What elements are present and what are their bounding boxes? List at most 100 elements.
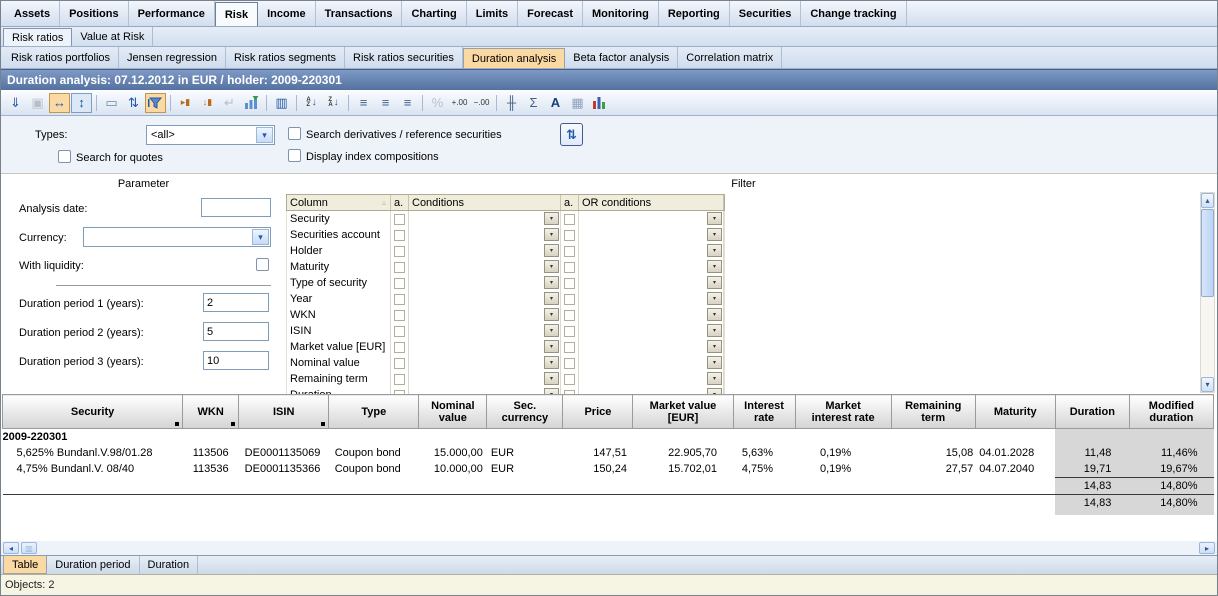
add-decimals-icon[interactable]: +.00: [449, 93, 470, 113]
tab-limits[interactable]: Limits: [467, 1, 518, 26]
or-and-checkbox[interactable]: [564, 294, 575, 305]
conditions-dropdown-icon[interactable]: ▾: [544, 372, 559, 385]
refresh-view-icon[interactable]: ⇅: [123, 93, 144, 113]
or-conditions-dropdown-icon[interactable]: ▾: [707, 276, 722, 289]
search-quotes-checkbox[interactable]: [58, 150, 71, 163]
tab-positions[interactable]: Positions: [60, 1, 129, 26]
conditions-dropdown-icon[interactable]: ▾: [544, 356, 559, 369]
filter-header-1[interactable]: a.: [391, 195, 409, 210]
conditions-dropdown-icon[interactable]: ▾: [544, 212, 559, 225]
duration-period-3-input[interactable]: [203, 351, 269, 370]
or-conditions-cell[interactable]: ▾: [579, 323, 724, 339]
subtab-jensen-regression[interactable]: Jensen regression: [119, 47, 226, 68]
conditions-cell[interactable]: ▾: [409, 291, 561, 307]
conditions-cell[interactable]: ▾: [409, 243, 561, 259]
or-conditions-cell[interactable]: ▾: [579, 339, 724, 355]
or-conditions-dropdown-icon[interactable]: ▾: [707, 260, 722, 273]
or-and-checkbox[interactable]: [564, 342, 575, 353]
or-conditions-dropdown-icon[interactable]: ▾: [707, 372, 722, 385]
or-conditions-dropdown-icon[interactable]: ▾: [707, 308, 722, 321]
chevron-down-icon[interactable]: ▾: [252, 229, 269, 245]
and-checkbox[interactable]: [394, 230, 405, 241]
or-and-checkbox[interactable]: [564, 262, 575, 273]
conditions-cell[interactable]: ▾: [409, 227, 561, 243]
filter-header-3[interactable]: a.: [561, 195, 579, 210]
or-conditions-dropdown-icon[interactable]: ▾: [707, 212, 722, 225]
conditions-dropdown-icon[interactable]: ▾: [544, 276, 559, 289]
subtab-risk-ratios-segments[interactable]: Risk ratios segments: [226, 47, 345, 68]
subtab-risk-ratios-portfolios[interactable]: Risk ratios portfolios: [3, 47, 119, 68]
conditions-cell[interactable]: ▾: [409, 371, 561, 387]
column-header-price[interactable]: Price: [563, 395, 633, 429]
column-header-isin[interactable]: ISIN: [239, 395, 329, 429]
analysis-date-input[interactable]: [201, 198, 271, 217]
or-conditions-cell[interactable]: ▾: [579, 243, 724, 259]
and-checkbox[interactable]: [394, 310, 405, 321]
fit-height-icon[interactable]: ↕: [71, 93, 92, 113]
or-conditions-cell[interactable]: ▾: [579, 227, 724, 243]
and-checkbox[interactable]: [394, 326, 405, 337]
filter-header-0[interactable]: Column▵: [287, 195, 391, 210]
column-header-market-value[interactable]: Market value [EUR]: [633, 395, 733, 429]
column-header-duration[interactable]: Duration: [1055, 395, 1129, 429]
tab-reporting[interactable]: Reporting: [659, 1, 730, 26]
or-and-checkbox[interactable]: [564, 310, 575, 321]
filter-header-4[interactable]: OR conditions: [579, 195, 724, 210]
or-conditions-dropdown-icon[interactable]: ▾: [707, 324, 722, 337]
horizontal-scrollbar[interactable]: ◂ ▥ ▸: [1, 541, 1217, 555]
column-header-nominal-value[interactable]: Nominal value: [419, 395, 487, 429]
fit-width-icon[interactable]: ↔: [49, 93, 70, 113]
align-center-icon[interactable]: ≡: [375, 93, 396, 113]
or-conditions-cell[interactable]: ▾: [579, 387, 724, 394]
align-justify-icon[interactable]: ≡: [353, 93, 374, 113]
conditions-dropdown-icon[interactable]: ▾: [544, 324, 559, 337]
or-conditions-dropdown-icon[interactable]: ▾: [707, 356, 722, 369]
scroll-up-icon[interactable]: ▴: [1201, 193, 1214, 208]
column-header-sec-currency[interactable]: Sec. currency: [487, 395, 563, 429]
subtab-risk-ratios-securities[interactable]: Risk ratios securities: [345, 47, 463, 68]
tab-change-tracking[interactable]: Change tracking: [801, 1, 906, 26]
column-header-market-interest-rate[interactable]: Market interest rate: [795, 395, 891, 429]
or-conditions-dropdown-icon[interactable]: ▾: [707, 244, 722, 257]
export-data-icon[interactable]: ⇓: [5, 93, 26, 113]
or-conditions-cell[interactable]: ▾: [579, 275, 724, 291]
or-conditions-cell[interactable]: ▾: [579, 291, 724, 307]
conditions-dropdown-icon[interactable]: ▾: [544, 260, 559, 273]
conditions-cell[interactable]: ▾: [409, 211, 561, 227]
tab-risk[interactable]: Risk: [215, 2, 258, 26]
tab-assets[interactable]: Assets: [5, 1, 60, 26]
subtab-value-at-risk[interactable]: Value at Risk: [72, 27, 153, 46]
conditions-cell[interactable]: ▾: [409, 339, 561, 355]
or-and-checkbox[interactable]: [564, 326, 575, 337]
hierarchy-columns-icon[interactable]: [241, 93, 262, 113]
conditions-dropdown-icon[interactable]: ▾: [544, 340, 559, 353]
column-header-security[interactable]: Security: [3, 395, 183, 429]
insert-level-icon[interactable]: ↓▮: [197, 93, 218, 113]
filter-icon[interactable]: [145, 93, 166, 113]
and-checkbox[interactable]: [394, 342, 405, 353]
font-icon[interactable]: A: [545, 93, 566, 113]
scroll-down-icon[interactable]: ▾: [1201, 377, 1214, 392]
security-row[interactable]: 5,625% Bundanl.V.98/01.28113506DE0001135…: [3, 445, 1214, 461]
column-header-remaining-term[interactable]: Remaining term: [891, 395, 975, 429]
search-derivatives-checkbox[interactable]: [288, 127, 301, 140]
column-header-type[interactable]: Type: [329, 395, 419, 429]
or-and-checkbox[interactable]: [564, 374, 575, 385]
sum-icon[interactable]: Σ: [523, 93, 544, 113]
column-header-modified-duration[interactable]: Modified duration: [1129, 395, 1213, 429]
chevron-down-icon[interactable]: ▾: [256, 127, 273, 143]
and-checkbox[interactable]: [394, 262, 405, 273]
refresh-button[interactable]: ⇅: [560, 123, 583, 146]
scroll-left-icon[interactable]: ◂: [3, 542, 19, 554]
and-checkbox[interactable]: [394, 278, 405, 289]
sort-ascending-icon[interactable]: AZ↓: [301, 93, 322, 113]
and-checkbox[interactable]: [394, 374, 405, 385]
security-row[interactable]: 4,75% Bundanl.V. 08/40113536DE0001135366…: [3, 461, 1214, 478]
and-checkbox[interactable]: [394, 214, 405, 225]
conditions-cell[interactable]: ▾: [409, 323, 561, 339]
optimize-columns-icon[interactable]: ▭: [101, 93, 122, 113]
filter-header-2[interactable]: Conditions: [409, 195, 561, 210]
chart-icon[interactable]: [589, 93, 610, 113]
tab-securities[interactable]: Securities: [730, 1, 802, 26]
or-conditions-dropdown-icon[interactable]: ▾: [707, 292, 722, 305]
